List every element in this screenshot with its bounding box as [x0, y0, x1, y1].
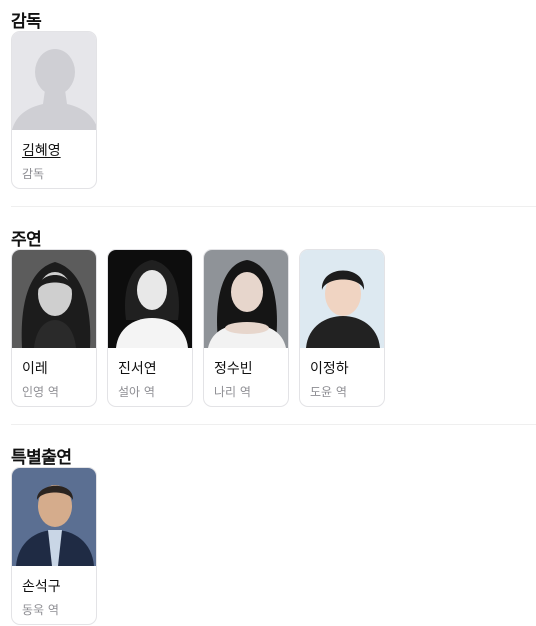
profile-photo	[108, 250, 192, 348]
person-role: 감독	[22, 167, 45, 181]
section-title-special-appearance: 특별출연	[11, 448, 72, 468]
person-card-lead-3[interactable]: 정수빈 나리 역	[203, 249, 289, 407]
person-role: 나리 역	[214, 385, 251, 399]
person-name[interactable]: 진서연	[118, 358, 157, 378]
person-card-lead-2[interactable]: 진서연 설아 역	[107, 249, 193, 407]
section-divider	[11, 424, 536, 425]
person-role: 동욱 역	[22, 603, 59, 617]
profile-photo	[204, 250, 288, 348]
section-divider	[11, 206, 536, 207]
person-card-special-1[interactable]: 손석구 동욱 역	[11, 467, 97, 625]
profile-photo	[12, 468, 96, 566]
person-role: 인영 역	[22, 385, 59, 399]
person-card-lead-4[interactable]: 이정하 도윤 역	[299, 249, 385, 407]
person-role: 도윤 역	[310, 385, 347, 399]
profile-photo	[12, 250, 96, 348]
person-name[interactable]: 정수빈	[214, 358, 253, 378]
person-card-lead-1[interactable]: 이레 인영 역	[11, 249, 97, 407]
profile-placeholder-icon	[12, 32, 96, 130]
person-card-director[interactable]: 김혜영 감독	[11, 31, 97, 189]
person-name-link[interactable]: 김혜영	[22, 140, 61, 160]
person-name[interactable]: 이레	[22, 358, 48, 378]
person-name[interactable]: 이정하	[310, 358, 349, 378]
person-role: 설아 역	[118, 385, 155, 399]
profile-photo	[300, 250, 384, 348]
person-name[interactable]: 손석구	[22, 576, 61, 596]
section-title-lead-cast: 주연	[11, 230, 42, 250]
section-title-director: 감독	[11, 12, 42, 32]
